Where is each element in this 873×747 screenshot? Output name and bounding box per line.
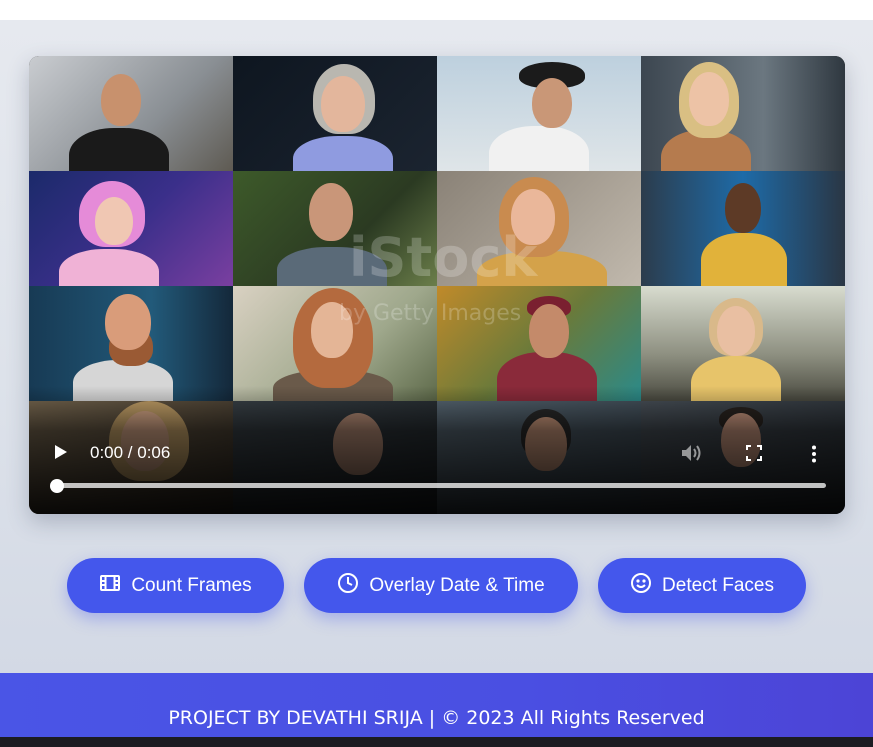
video-tile [233, 56, 437, 171]
video-tile [641, 286, 845, 401]
video-watermark: iStock by Getty Images [319, 226, 599, 346]
top-strip [0, 0, 873, 20]
video-tile [641, 171, 845, 286]
video-tile [29, 171, 233, 286]
seek-handle[interactable] [50, 479, 64, 493]
bottom-bar [0, 737, 873, 747]
fullscreen-icon[interactable] [746, 445, 762, 466]
volume-icon[interactable] [681, 444, 703, 467]
footer-copyright: PROJECT BY DEVATHI SRIJA | © 2023 All Ri… [168, 707, 705, 729]
time-display: 0:00 / 0:06 [90, 443, 171, 462]
clock-icon [337, 572, 359, 600]
video-tile [641, 56, 845, 171]
footer: PROJECT BY DEVATHI SRIJA | © 2023 All Ri… [0, 673, 873, 737]
film-icon [99, 572, 121, 600]
detect-faces-button[interactable]: Detect Faces [598, 558, 806, 613]
watermark-credit: by Getty Images [339, 301, 522, 326]
video-tile [29, 286, 233, 401]
detect-faces-label: Detect Faces [662, 574, 774, 596]
seek-bar[interactable] [56, 483, 826, 488]
count-frames-label: Count Frames [131, 574, 252, 596]
main-section: iStock by Getty Images 0:00 / 0:06 Count… [0, 20, 873, 673]
video-tile [437, 56, 641, 171]
video-player[interactable]: iStock by Getty Images 0:00 / 0:06 [29, 56, 845, 514]
play-icon[interactable] [54, 444, 68, 465]
overlay-datetime-button[interactable]: Overlay Date & Time [304, 558, 578, 613]
overlay-datetime-label: Overlay Date & Time [369, 574, 545, 596]
more-options-icon[interactable] [811, 445, 817, 468]
count-frames-button[interactable]: Count Frames [67, 558, 284, 613]
watermark-logo: iStock [349, 226, 538, 289]
video-tile [29, 56, 233, 171]
smile-icon [630, 572, 652, 600]
